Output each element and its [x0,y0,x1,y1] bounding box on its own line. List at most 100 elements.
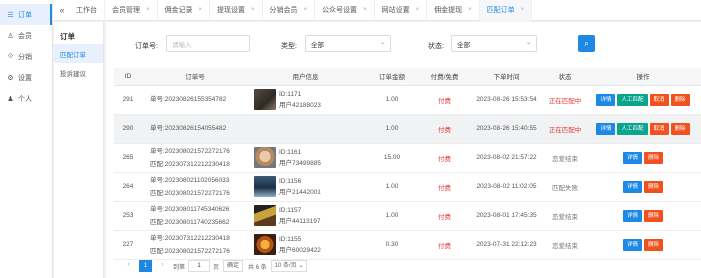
table-row: 253 单号:202308011745340626 匹配:202308011740… [114,201,701,231]
close-icon[interactable]: × [146,7,150,13]
details-button[interactable]: 详情 [596,122,616,135]
gear-icon: ⚙ [7,74,14,82]
close-icon[interactable]: × [468,7,472,13]
cell-user-info [248,114,363,144]
main-content: 订单号: 请输入 类型: 全部 ⌄ 状态: 全部 ⌄ ⌕ ID 订单号 用户信息… [106,22,701,278]
cell-actions: 详情 删除 [585,143,701,173]
close-icon[interactable]: × [199,7,203,13]
cell-status: 恋爱结束 [545,230,585,260]
order-number: 单号:202308021102056033 [150,176,230,184]
status-select[interactable]: 全部 ⌄ [451,35,537,52]
type-label: 类型: [281,43,297,50]
close-icon[interactable]: × [251,7,255,13]
search-icon: ⌕ [584,38,589,48]
tab-member-management[interactable]: 会员管理 × [105,0,158,21]
cell-user-info: ID:1155 用户60029422 [248,230,363,260]
table-row: 291 单号:20230826155354782 ID:1171 用户421880… [114,85,701,115]
delete-button[interactable]: 删除 [670,122,690,135]
next-page-button[interactable]: › [156,260,169,272]
cell-id: 291 [114,85,142,115]
user-id: ID:1161 [279,148,302,156]
user-name: 用户60029422 [279,246,321,254]
tab-withdraw-settings[interactable]: 提现设置 × [210,0,263,21]
cell-order-time: 2023-08-02 11:02:05 [468,172,545,202]
tab-distribution-members[interactable]: 分销会员 × [263,0,316,21]
user-name: 用户73499885 [279,159,321,167]
cell-order-time: 2023-08-26 15:53:54 [468,85,545,115]
tab-commission-records[interactable]: 佣金记录 × [158,0,211,21]
cell-actions: 详情 删除 [585,172,701,202]
order-number-label: 订单号: [135,43,158,50]
cell-user-info: ID:1171 用户42188023 [248,85,363,115]
sub-menu-title: 订单 [60,32,75,41]
tab-site-settings[interactable]: 网站设置 × [375,0,428,21]
cell-amount: 1.00 [363,85,421,115]
cell-order-time: 2023-08-01 17:45:35 [468,201,545,231]
delete-button[interactable]: 删除 [670,93,690,106]
cell-actions: 详情 人工匹配 取消 删除 [585,85,701,115]
nav-item-settings[interactable]: ⚙ 设置 [0,67,52,88]
delete-button[interactable]: 删除 [644,151,664,164]
nav-item-label: 订单 [18,11,32,19]
collapse-icon[interactable]: « [55,5,69,15]
tab-match-orders[interactable]: 匹配订单 × [479,0,533,21]
nav-item-members[interactable]: ♙ 会员 [0,25,52,46]
person-icon: ♟ [7,95,14,103]
delete-button[interactable]: 删除 [644,209,664,222]
column-header-pay-type: 付费/免费 [421,68,468,86]
table-header-row: ID 订单号 用户信息 订单金额 付费/免费 下单时间 状态 操作 [114,68,701,86]
cell-amount: 1.00 [363,201,421,231]
type-select[interactable]: 全部 ⌄ [305,35,391,52]
cancel-button[interactable]: 取消 [649,122,669,135]
delete-button[interactable]: 删除 [644,238,664,251]
tab-label: 会员管理 [112,7,140,14]
manual-match-button[interactable]: 人工匹配 [617,122,648,135]
user-id: ID:1171 [279,90,302,98]
filter-bar: 订单号: 请输入 类型: 全部 ⌄ 状态: 全部 ⌄ ⌕ [106,22,701,66]
close-icon[interactable]: × [416,7,420,13]
tab-label: 分销会员 [269,7,298,14]
column-header-id: ID [114,68,142,86]
user-name: 用户21442001 [279,188,321,196]
details-button[interactable]: 详情 [622,238,642,251]
nav-item-personal[interactable]: ♟ 个人 [0,88,52,109]
page-size-select[interactable]: 10 条/页 ⌄ [270,260,308,272]
cell-pay-type: 付费 [421,143,468,173]
cell-amount: 15.00 [363,143,421,173]
match-number: 匹配:202308021572272176 [150,247,230,255]
search-button[interactable]: ⌕ [578,35,595,52]
details-button[interactable]: 详情 [622,151,642,164]
cell-amount: 1.00 [363,114,421,144]
details-button[interactable]: 详情 [622,209,642,222]
close-icon[interactable]: × [521,7,525,13]
table-row: 290 单号:20230826154055482 1.00 付费 2023-08… [114,114,701,144]
cell-id: 265 [114,143,142,173]
close-icon[interactable]: × [304,7,308,13]
column-header-status: 状态 [545,68,585,86]
tab-workbench[interactable]: 工作台 [69,0,105,21]
cell-actions: 详情 删除 [585,201,701,231]
page-button-current[interactable]: 1 [139,260,152,272]
details-button[interactable]: 详情 [596,93,616,106]
goto-label: 到第 [173,264,186,271]
nav-item-distribution[interactable]: ⟐ 分销 [0,46,52,67]
tab-commission-withdraw[interactable]: 佣金提现 × [427,0,480,21]
cancel-button[interactable]: 取消 [649,93,669,106]
type-select-value: 全部 [311,41,324,49]
close-icon[interactable]: × [363,7,367,13]
delete-button[interactable]: 删除 [644,180,664,193]
chevron-down-icon: ⌄ [379,40,385,46]
sub-menu-item-complaints[interactable]: 投诉建议 [54,63,103,82]
nav-item-orders[interactable]: ☰ 订单 [0,4,52,25]
prev-page-button[interactable]: ‹ [122,260,135,272]
avatar [254,176,276,197]
order-number-input[interactable]: 请输入 [166,35,250,52]
avatar [254,89,276,110]
manual-match-button[interactable]: 人工匹配 [617,93,648,106]
page-unit-label: 页 [213,264,220,271]
details-button[interactable]: 详情 [622,180,642,193]
goto-page-input[interactable]: 1 [188,260,211,272]
tab-official-account[interactable]: 公众号设置 × [315,0,375,21]
sub-menu-item-match-orders[interactable]: 匹配订单 [54,44,103,63]
confirm-button[interactable]: 确定 [223,260,244,272]
